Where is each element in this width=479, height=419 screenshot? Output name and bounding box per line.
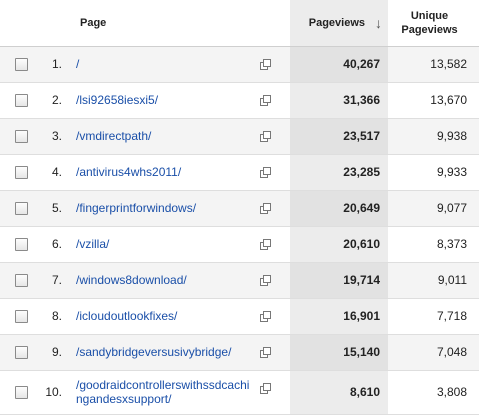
- open-external-icon[interactable]: [260, 238, 271, 250]
- header-pageviews-label[interactable]: Pageviews: [309, 17, 365, 29]
- header-unique-pageviews[interactable]: Unique Pageviews: [388, 0, 479, 47]
- unique-pageviews-value: 7,718: [388, 298, 479, 335]
- table-header-row: Page Pageviews ↓ Unique Pageviews: [0, 0, 479, 47]
- row-checkbox[interactable]: [14, 274, 28, 288]
- row-checkbox[interactable]: [14, 386, 28, 400]
- row-rank: 10.: [38, 370, 70, 415]
- page-link[interactable]: /vzilla/: [76, 237, 109, 251]
- unique-pageviews-value: 13,582: [388, 46, 479, 83]
- unique-pageviews-value: 8,373: [388, 226, 479, 263]
- header-unique-line1[interactable]: Unique: [411, 10, 448, 22]
- table-row: 1. / 40,267 13,582: [0, 46, 479, 83]
- page-link[interactable]: /windows8download/: [76, 273, 187, 287]
- unique-pageviews-value: 9,938: [388, 118, 479, 155]
- page-link[interactable]: /lsi92658iesxi5/: [76, 93, 158, 107]
- row-checkbox[interactable]: [14, 58, 28, 72]
- page-link[interactable]: /goodraidcontrollerswithssdcachi ngandesx…: [76, 378, 260, 406]
- row-checkbox[interactable]: [14, 130, 28, 144]
- table-row: 2. /lsi92658iesxi5/ 31,366 13,670: [0, 82, 479, 119]
- row-rank: 3.: [38, 118, 70, 155]
- open-external-icon[interactable]: [260, 94, 271, 106]
- open-external-icon[interactable]: [260, 202, 271, 214]
- open-external-icon[interactable]: [260, 346, 271, 358]
- open-external-icon[interactable]: [260, 310, 271, 322]
- row-rank: 9.: [38, 334, 70, 371]
- table-row: 9. /sandybridgeversusivybridge/ 15,140 7…: [0, 334, 479, 371]
- unique-pageviews-value: 13,670: [388, 82, 479, 119]
- row-rank: 6.: [38, 226, 70, 263]
- unique-pageviews-value: 9,011: [388, 262, 479, 299]
- page-link[interactable]: /antivirus4whs2011/: [76, 165, 181, 179]
- header-pageviews[interactable]: Pageviews ↓: [290, 0, 388, 47]
- open-external-icon[interactable]: [260, 382, 271, 394]
- header-ext-cell: [260, 0, 290, 47]
- row-rank: 8.: [38, 298, 70, 335]
- row-rank: 5.: [38, 190, 70, 227]
- table-row: 10. /goodraidcontrollerswithssdcachi ngan…: [0, 370, 479, 415]
- page-link[interactable]: /sandybridgeversusivybridge/: [76, 345, 231, 359]
- page-link[interactable]: /: [76, 57, 79, 71]
- row-checkbox[interactable]: [14, 346, 28, 360]
- pageviews-value: 23,285: [290, 154, 388, 191]
- page-link-line1[interactable]: /goodraidcontrollerswithssdcachi: [76, 378, 249, 392]
- header-rank-cell: [38, 0, 70, 47]
- page-link[interactable]: /icloudoutlookfixes/: [76, 309, 177, 323]
- pageviews-value: 40,267: [290, 46, 388, 83]
- pageviews-value: 16,901: [290, 298, 388, 335]
- row-rank: 2.: [38, 82, 70, 119]
- row-rank: 4.: [38, 154, 70, 191]
- row-checkbox[interactable]: [14, 202, 28, 216]
- header-page[interactable]: Page: [70, 0, 260, 47]
- table-row: 8. /icloudoutlookfixes/ 16,901 7,718: [0, 298, 479, 335]
- unique-pageviews-value: 7,048: [388, 334, 479, 371]
- open-external-icon[interactable]: [260, 130, 271, 142]
- unique-pageviews-value: 9,077: [388, 190, 479, 227]
- table-row: 7. /windows8download/ 19,714 9,011: [0, 262, 479, 299]
- open-external-icon[interactable]: [260, 58, 271, 70]
- pageviews-value: 23,517: [290, 118, 388, 155]
- table-row: 4. /antivirus4whs2011/ 23,285 9,933: [0, 154, 479, 191]
- page-link[interactable]: /fingerprintforwindows/: [76, 201, 196, 215]
- row-rank: 7.: [38, 262, 70, 299]
- pages-report-table: Page Pageviews ↓ Unique Pageviews 1. / 4…: [0, 0, 479, 415]
- header-unique-line2[interactable]: Pageviews: [401, 24, 457, 36]
- unique-pageviews-value: 9,933: [388, 154, 479, 191]
- page-link[interactable]: /vmdirectpath/: [76, 129, 151, 143]
- pageviews-value: 20,649: [290, 190, 388, 227]
- row-checkbox[interactable]: [14, 166, 28, 180]
- pageviews-value: 19,714: [290, 262, 388, 299]
- table-row: 3. /vmdirectpath/ 23,517 9,938: [0, 118, 479, 155]
- table-row: 5. /fingerprintforwindows/ 20,649 9,077: [0, 190, 479, 227]
- row-checkbox[interactable]: [14, 94, 28, 108]
- sort-descending-arrow-icon[interactable]: ↓: [375, 15, 382, 31]
- pageviews-value: 8,610: [290, 370, 388, 415]
- page-link-line2[interactable]: ngandesxsupport/: [76, 392, 171, 406]
- pageviews-value: 20,610: [290, 226, 388, 263]
- open-external-icon[interactable]: [260, 274, 271, 286]
- pageviews-value: 15,140: [290, 334, 388, 371]
- row-rank: 1.: [38, 46, 70, 83]
- pageviews-value: 31,366: [290, 82, 388, 119]
- row-checkbox[interactable]: [14, 238, 28, 252]
- unique-pageviews-value: 3,808: [388, 370, 479, 415]
- header-checkbox-cell: [0, 0, 38, 47]
- table-row: 6. /vzilla/ 20,610 8,373: [0, 226, 479, 263]
- open-external-icon[interactable]: [260, 166, 271, 178]
- row-checkbox[interactable]: [14, 310, 28, 324]
